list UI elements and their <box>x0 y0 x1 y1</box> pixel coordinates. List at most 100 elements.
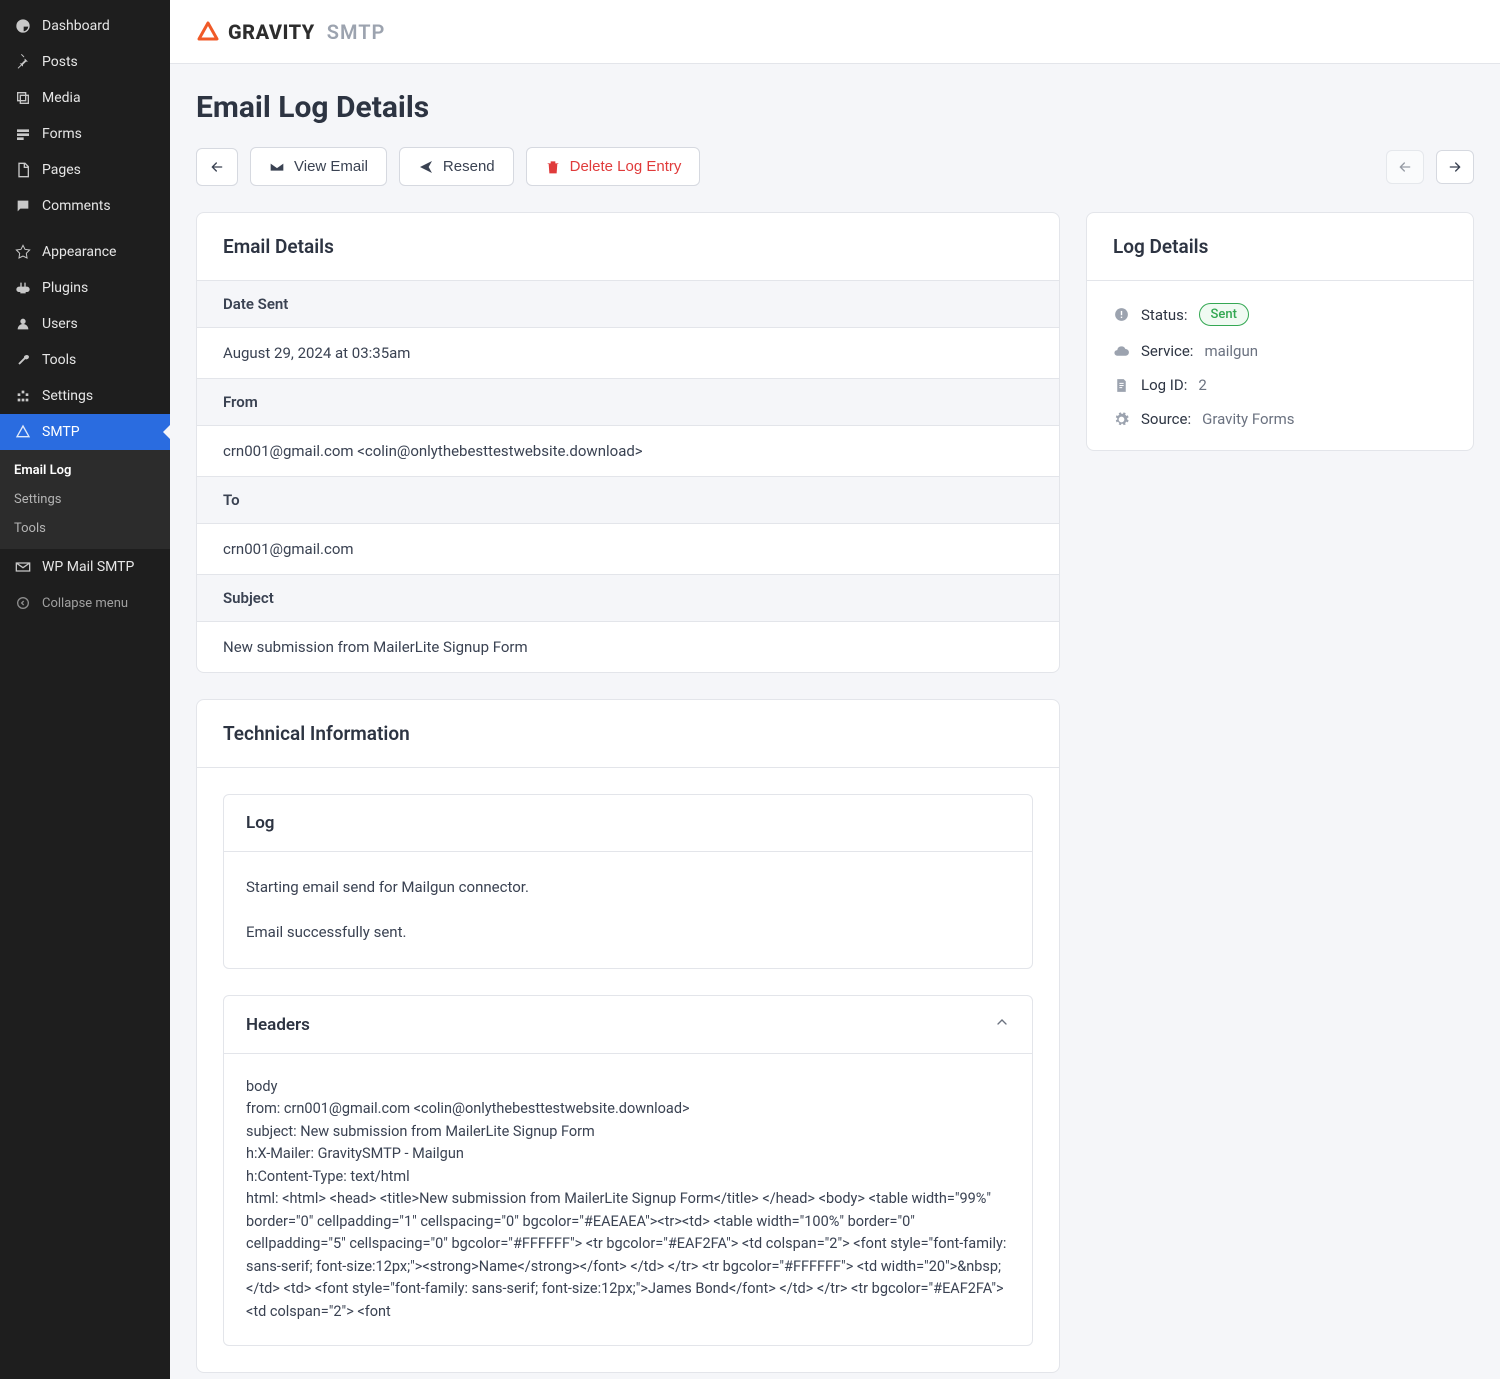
source-value: Gravity Forms <box>1202 410 1294 428</box>
tools-icon <box>14 351 32 369</box>
from-label: From <box>197 379 1059 426</box>
brand-sub-text: SMTP <box>327 20 386 44</box>
gravity-logo-icon <box>196 20 220 44</box>
page-title: Email Log Details <box>196 90 1474 125</box>
log-details-title: Log Details <box>1087 213 1473 281</box>
send-icon <box>418 159 434 175</box>
sidebar-sub-email-log[interactable]: Email Log <box>0 456 170 485</box>
pages-icon <box>14 161 32 179</box>
sidebar-item-label: WP Mail SMTP <box>42 559 134 575</box>
status-row: Status: Sent <box>1113 303 1447 326</box>
sidebar-item-media[interactable]: Media <box>0 80 170 116</box>
brand-text: GRAVITY <box>228 20 315 44</box>
sidebar-item-label: Appearance <box>42 244 116 260</box>
date-sent-value: August 29, 2024 at 03:35am <box>197 328 1059 379</box>
trash-icon <box>545 159 561 175</box>
sidebar-item-label: Forms <box>42 126 82 142</box>
arrow-right-icon <box>1447 159 1463 175</box>
sidebar-item-label: Collapse menu <box>42 596 128 611</box>
sidebar-item-settings[interactable]: Settings <box>0 378 170 414</box>
sidebar-item-label: Users <box>42 316 78 332</box>
collapse-icon <box>14 594 32 612</box>
to-label: To <box>197 477 1059 524</box>
technical-info-card: Technical Information Log Starting email… <box>196 699 1060 1373</box>
sidebar-item-comments[interactable]: Comments <box>0 188 170 224</box>
log-details-card: Log Details Status: Sent Service: mailgu… <box>1086 212 1474 451</box>
sidebar-item-wp-mail-smtp[interactable]: WP Mail SMTP <box>0 549 170 585</box>
sidebar-item-dashboard[interactable]: Dashboard <box>0 8 170 44</box>
smtp-icon <box>14 423 32 441</box>
status-label: Status: <box>1141 306 1188 324</box>
sidebar-item-label: Media <box>42 90 81 106</box>
service-value: mailgun <box>1204 342 1258 360</box>
sidebar-item-label: Plugins <box>42 280 88 296</box>
sidebar-collapse-menu[interactable]: Collapse menu <box>0 585 170 621</box>
dashboard-icon <box>14 17 32 35</box>
gear-icon <box>1113 411 1130 428</box>
view-email-button[interactable]: View Email <box>250 147 387 186</box>
sidebar-item-forms[interactable]: Forms <box>0 116 170 152</box>
media-icon <box>14 89 32 107</box>
next-log-button[interactable] <box>1436 150 1474 184</box>
action-toolbar: View Email Resend Delete Log Entry <box>196 147 1474 186</box>
sidebar-sub-settings[interactable]: Settings <box>0 485 170 514</box>
sidebar-item-label: Pages <box>42 162 81 178</box>
top-bar: GRAVITY SMTP <box>170 0 1500 64</box>
sidebar-item-plugins[interactable]: Plugins <box>0 270 170 306</box>
envelope-icon <box>269 159 285 175</box>
settings-icon <box>14 387 32 405</box>
sidebar-submenu-smtp: Email Log Settings Tools <box>0 450 170 549</box>
users-icon <box>14 315 32 333</box>
sidebar-item-tools[interactable]: Tools <box>0 342 170 378</box>
mail-icon <box>14 558 32 576</box>
sidebar-item-label: Dashboard <box>42 18 110 34</box>
log-line: Email successfully sent. <box>246 919 1010 946</box>
log-lines: Starting email send for Mailgun connecto… <box>224 852 1032 968</box>
prev-log-button[interactable] <box>1386 150 1424 184</box>
logid-label: Log ID: <box>1141 376 1187 394</box>
forms-icon <box>14 125 32 143</box>
headers-section-title: Headers <box>246 1015 310 1035</box>
brand-logo: GRAVITY SMTP <box>196 20 385 44</box>
admin-sidebar: Dashboard Posts Media Forms Pages Commen… <box>0 0 170 1379</box>
technical-info-title: Technical Information <box>197 700 1059 768</box>
plugins-icon <box>14 279 32 297</box>
sidebar-item-posts[interactable]: Posts <box>0 44 170 80</box>
sidebar-item-smtp[interactable]: SMTP <box>0 414 170 450</box>
sidebar-sub-tools[interactable]: Tools <box>0 514 170 543</box>
sidebar-item-label: Settings <box>42 388 93 404</box>
headers-section: Headers body from: crn001@gmail.com <col… <box>223 995 1033 1346</box>
source-row: Source: Gravity Forms <box>1113 410 1447 428</box>
subject-label: Subject <box>197 575 1059 622</box>
logid-value: 2 <box>1198 376 1206 394</box>
arrow-left-icon <box>209 159 225 175</box>
service-label: Service: <box>1141 342 1193 360</box>
sidebar-item-label: SMTP <box>42 424 80 440</box>
resend-button[interactable]: Resend <box>399 147 514 186</box>
log-section-title: Log <box>246 813 274 833</box>
chevron-up-icon[interactable] <box>994 1014 1010 1035</box>
pin-icon <box>14 53 32 71</box>
date-sent-label: Date Sent <box>197 281 1059 328</box>
sidebar-item-label: Posts <box>42 54 78 70</box>
sidebar-item-users[interactable]: Users <box>0 306 170 342</box>
status-icon <box>1113 306 1130 323</box>
comments-icon <box>14 197 32 215</box>
sidebar-item-appearance[interactable]: Appearance <box>0 234 170 270</box>
sidebar-item-pages[interactable]: Pages <box>0 152 170 188</box>
email-details-card: Email Details Date Sent August 29, 2024 … <box>196 212 1060 673</box>
arrow-left-icon <box>1397 159 1413 175</box>
status-badge: Sent <box>1199 303 1249 326</box>
to-value: crn001@gmail.com <box>197 524 1059 575</box>
log-line: Starting email send for Mailgun connecto… <box>246 874 1010 901</box>
sidebar-item-label: Tools <box>42 352 76 368</box>
from-value: crn001@gmail.com <colin@onlythebesttestw… <box>197 426 1059 477</box>
back-button[interactable] <box>196 148 238 186</box>
headers-body: body from: crn001@gmail.com <colin@onlyt… <box>224 1054 1032 1345</box>
appearance-icon <box>14 243 32 261</box>
logid-row: Log ID: 2 <box>1113 376 1447 394</box>
source-label: Source: <box>1141 410 1191 428</box>
service-row: Service: mailgun <box>1113 342 1447 360</box>
delete-log-entry-button[interactable]: Delete Log Entry <box>526 147 701 186</box>
email-details-title: Email Details <box>197 213 1059 281</box>
